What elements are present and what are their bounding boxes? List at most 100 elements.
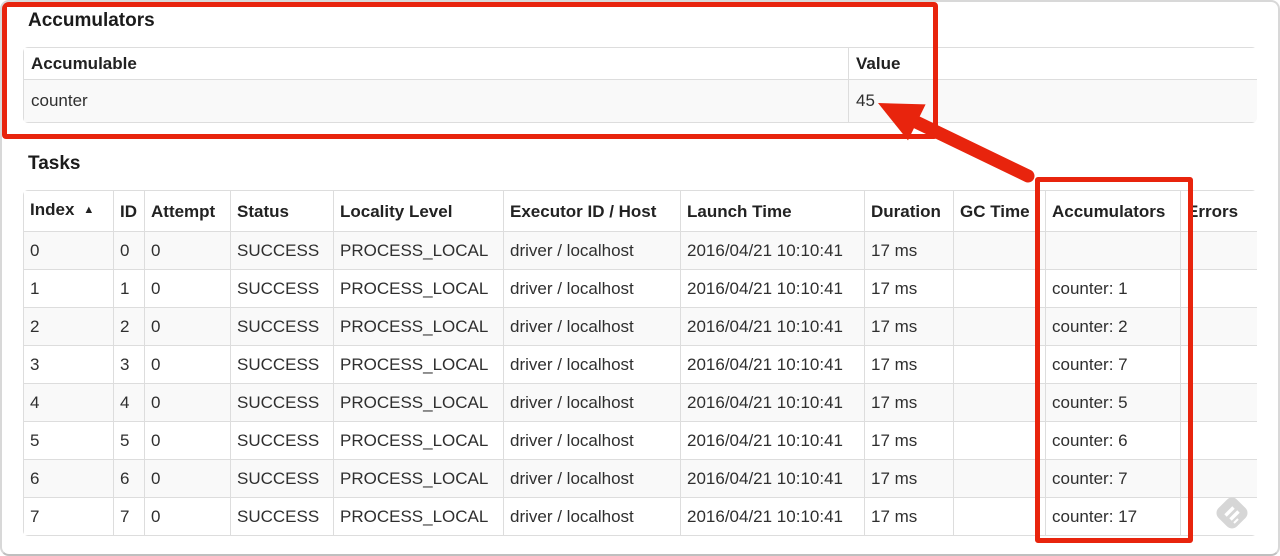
task-cell: PROCESS_LOCAL [333,459,504,498]
table-row: 7 7 0 SUCCESS PROCESS_LOCAL driver / localhos… [23,497,1257,536]
task-cell: 4 [113,383,145,422]
task-cell: 0 [113,231,145,270]
task-cell: 0 [144,307,231,346]
task-cell: SUCCESS [230,421,334,460]
column-header-label: Attempt [151,201,216,221]
task-cell: 2 [23,307,114,346]
task-cell: 0 [144,421,231,460]
column-header-label: Value [856,54,901,73]
task-cell: 3 [113,345,145,384]
task-cell: 17 ms [864,421,954,460]
task-cell: 7 [113,497,145,536]
task-cell: 17 ms [864,383,954,422]
accumulators-table: Accumulable Value counter 45 [23,47,1257,123]
task-cell: 0 [144,345,231,384]
task-cell [1180,231,1257,270]
task-cell [953,231,1046,270]
task-cell: driver / localhost [503,345,681,384]
column-header-accumulable[interactable]: Accumulable [23,47,849,80]
task-cell: SUCCESS [230,307,334,346]
accumulators-section-title: Accumulators [28,10,155,31]
task-cell: 0 [144,269,231,308]
task-cell [1180,307,1257,346]
task-cell: SUCCESS [230,269,334,308]
task-cell [953,307,1046,346]
column-header-value[interactable]: Value [848,47,1257,80]
task-cell: counter: 6 [1045,421,1181,460]
task-cell [953,459,1046,498]
task-cell: 0 [23,231,114,270]
task-cell: driver / localhost [503,383,681,422]
task-cell: 17 ms [864,231,954,270]
task-cell: 6 [113,459,145,498]
task-cell: driver / localhost [503,307,681,346]
task-cell: 17 ms [864,345,954,384]
task-cell: PROCESS_LOCAL [333,421,504,460]
column-header-errors[interactable]: Errors [1180,190,1257,232]
task-cell: 17 ms [864,269,954,308]
column-header-label: ID [120,201,137,221]
task-cell: driver / localhost [503,459,681,498]
table-row: counter 45 [23,79,1257,123]
task-cell: 2 [113,307,145,346]
column-header-accumulators[interactable]: Accumulators [1045,190,1181,232]
column-header-id[interactable]: ID [113,190,145,232]
task-cell: 2016/04/21 10:10:41 [680,421,865,460]
task-cell: PROCESS_LOCAL [333,345,504,384]
task-cell: 1 [23,269,114,308]
tasks-section-title: Tasks [28,153,81,174]
task-cell: counter: 2 [1045,307,1181,346]
task-cell: counter: 1 [1045,269,1181,308]
task-cell [953,383,1046,422]
accumulable-name-cell: counter [23,79,849,123]
task-cell: SUCCESS [230,459,334,498]
task-cell: driver / localhost [503,269,681,308]
task-cell: PROCESS_LOCAL [333,231,504,270]
column-header-label: Accumulators [1052,201,1166,221]
tasks-header-row: Index ▲ ID Attempt Status Locality Level … [23,190,1257,232]
task-cell [953,497,1046,536]
task-cell: 3 [23,345,114,384]
tasks-table-body: 0 0 0 SUCCESS PROCESS_LOCAL driver / localhos… [23,231,1257,536]
task-cell: PROCESS_LOCAL [333,383,504,422]
accumulable-value-cell: 45 [848,79,1257,123]
table-row: 1 1 0 SUCCESS PROCESS_LOCAL driver / localhos… [23,269,1257,308]
task-cell: 17 ms [864,459,954,498]
task-cell: 0 [144,459,231,498]
task-cell: 17 ms [864,307,954,346]
column-header-duration[interactable]: Duration [864,190,954,232]
task-cell: 2016/04/21 10:10:41 [680,459,865,498]
column-header-label: Errors [1187,201,1239,221]
skitch-watermark-icon [1216,497,1248,529]
table-row: 5 5 0 SUCCESS PROCESS_LOCAL driver / localhos… [23,421,1257,460]
task-cell: counter: 7 [1045,345,1181,384]
task-cell: 4 [23,383,114,422]
column-header-attempt[interactable]: Attempt [144,190,231,232]
task-cell: driver / localhost [503,497,681,536]
task-cell: 6 [23,459,114,498]
tasks-table: Index ▲ ID Attempt Status Locality Level … [23,190,1257,536]
task-cell: 5 [113,421,145,460]
task-cell [953,269,1046,308]
column-header-gc-time[interactable]: GC Time [953,190,1046,232]
task-cell: 2016/04/21 10:10:41 [680,497,865,536]
task-cell: SUCCESS [230,383,334,422]
column-header-executor-id-host[interactable]: Executor ID / Host [503,190,681,232]
column-header-label: Accumulable [31,54,137,73]
table-row: 4 4 0 SUCCESS PROCESS_LOCAL driver / localhos… [23,383,1257,422]
task-cell: counter: 5 [1045,383,1181,422]
task-cell: 17 ms [864,497,954,536]
task-cell [1180,383,1257,422]
task-cell: SUCCESS [230,345,334,384]
task-cell: 2016/04/21 10:10:41 [680,269,865,308]
task-cell [1180,421,1257,460]
column-header-launch-time[interactable]: Launch Time [680,190,865,232]
task-cell [953,421,1046,460]
column-header-locality-level[interactable]: Locality Level [333,190,504,232]
task-cell [1180,459,1257,498]
task-cell: 2016/04/21 10:10:41 [680,307,865,346]
accumulators-header-row: Accumulable Value [23,47,1257,80]
column-header-status[interactable]: Status [230,190,334,232]
column-header-index[interactable]: Index ▲ [23,190,114,232]
task-cell [1180,345,1257,384]
